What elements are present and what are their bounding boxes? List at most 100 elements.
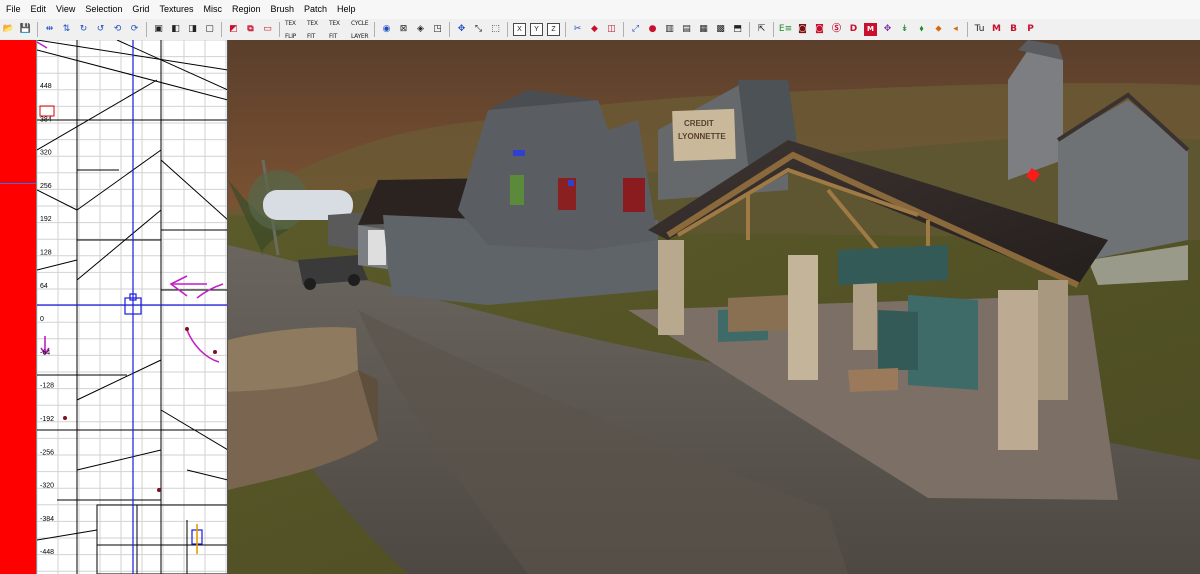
grid-coord-label: -320 bbox=[40, 483, 54, 490]
bend-icon[interactable]: ⤢ bbox=[629, 23, 642, 36]
toolbar: 📂 💾 ⇹ ⇅ ↻ ↺ ⟲ ⟳ ▣ ◧ ◨ ▢ ◩ ⧉ ▭ TEX FLIP TEX FIT TEX FIT CYC… bbox=[0, 19, 1200, 41]
flip-x-icon[interactable]: ⇹ bbox=[43, 23, 56, 36]
grid-coord-label: -64 bbox=[40, 349, 50, 356]
window-1 bbox=[510, 175, 524, 205]
show-lights-icon[interactable]: ✥ bbox=[881, 23, 894, 36]
show-terrain-icon[interactable]: Tu bbox=[973, 23, 986, 36]
scale-icon[interactable]: ⤡ bbox=[472, 23, 485, 36]
grid-view-2d[interactable]: 448 384 320 256 192 128 64 0 -64 -128 -192 -256 -320… bbox=[36, 40, 228, 574]
show-brushes-icon[interactable]: B bbox=[1007, 23, 1020, 36]
show-mesh-icon[interactable]: M bbox=[990, 23, 1003, 36]
menu-help[interactable]: Help bbox=[332, 0, 361, 19]
stone-pillar-4 bbox=[998, 290, 1038, 450]
menu-grid[interactable]: Grid bbox=[127, 0, 154, 19]
texture-lock-icon[interactable]: ⊠ bbox=[397, 23, 410, 36]
select-complete-tall-icon[interactable]: ▣ bbox=[152, 23, 165, 36]
camera-scene[interactable]: CREDIT LYONNETTE bbox=[228, 40, 1200, 574]
stone-pillar-1 bbox=[658, 240, 684, 335]
show-entities-icon[interactable]: E≡ bbox=[779, 23, 792, 36]
wooden-crate bbox=[728, 295, 788, 332]
show-world-icon[interactable]: ◙ bbox=[796, 23, 809, 36]
select-touching-icon[interactable]: ◧ bbox=[169, 23, 182, 36]
menu-textures[interactable]: Textures bbox=[154, 0, 198, 19]
view-x-icon[interactable]: X bbox=[513, 23, 526, 36]
grid-view-canvas[interactable]: 448 384 320 256 192 128 64 0 -64 -128 -192 -256 -320… bbox=[37, 40, 228, 574]
console-icon[interactable]: ▦ bbox=[697, 23, 710, 36]
toolbar-separator bbox=[449, 22, 450, 37]
show-decal-icon[interactable]: D bbox=[847, 23, 860, 36]
grid-coord-label: 128 bbox=[40, 250, 52, 257]
grid-coord-label: 64 bbox=[40, 283, 48, 290]
grid-coord-label: 384 bbox=[40, 116, 52, 123]
save-disk-icon[interactable]: 💾 bbox=[19, 23, 32, 36]
menu-region[interactable]: Region bbox=[227, 0, 266, 19]
sign-line-2: LYONNETTE bbox=[678, 132, 726, 141]
rotate-icon[interactable]: ✥ bbox=[455, 23, 468, 36]
make-hollow-icon[interactable]: ▭ bbox=[261, 23, 274, 36]
show-models-icon[interactable]: ⬧ bbox=[915, 23, 928, 36]
show-names-icon[interactable]: ⬒ bbox=[731, 23, 744, 36]
grid-coord-label: 320 bbox=[40, 150, 52, 157]
select-partial-tall-icon[interactable]: ◨ bbox=[186, 23, 199, 36]
menu-bar: File Edit View Selection Grid Textures Misc Reg… bbox=[0, 0, 1200, 20]
texture-fit-icon[interactable]: TEX FIT bbox=[307, 20, 325, 40]
grid-coord-label: -448 bbox=[40, 549, 54, 556]
rotate-y-icon[interactable]: ↺ bbox=[94, 23, 107, 36]
grid-coord-label: 192 bbox=[40, 216, 52, 223]
grid-coord-label: 0 bbox=[40, 316, 44, 323]
rotate-x-icon[interactable]: ↻ bbox=[77, 23, 90, 36]
view-y-icon[interactable]: Y bbox=[530, 23, 543, 36]
cycle-layer-icon[interactable]: CYCLE LAYER bbox=[351, 20, 369, 40]
csg-subtract-icon[interactable]: ◩ bbox=[227, 23, 240, 36]
menu-brush[interactable]: Brush bbox=[265, 0, 299, 19]
drag-edges-icon[interactable]: ⬚ bbox=[489, 23, 502, 36]
show-hints-icon[interactable]: ◂ bbox=[949, 23, 962, 36]
show-mist-icon[interactable]: M bbox=[864, 23, 877, 36]
view-z-icon[interactable]: Z bbox=[547, 23, 560, 36]
texture-fit-height-icon[interactable]: TEX FIT bbox=[329, 20, 347, 40]
crate-stack-1 bbox=[908, 295, 978, 390]
show-clip-icon[interactable]: ◙ bbox=[813, 23, 826, 36]
camera-icon[interactable]: ◈ bbox=[414, 23, 427, 36]
select-inside-icon[interactable]: ▢ bbox=[203, 23, 216, 36]
stone-pillar-2 bbox=[788, 255, 818, 380]
open-folder-icon[interactable]: 📂 bbox=[2, 23, 15, 36]
entity-icon[interactable]: ⇱ bbox=[755, 23, 768, 36]
menu-edit[interactable]: Edit bbox=[26, 0, 52, 19]
toolbar-separator bbox=[773, 22, 774, 37]
toolbar-separator bbox=[221, 22, 222, 37]
entity-list-icon[interactable]: ▤ bbox=[680, 23, 693, 36]
toolbar-separator bbox=[146, 22, 147, 37]
cubic-clip-icon[interactable]: ◆ bbox=[588, 23, 601, 36]
grid-coord-label: -192 bbox=[40, 416, 54, 423]
texture-flip-icon[interactable]: TEX FLIP bbox=[285, 20, 303, 40]
show-patches-icon[interactable]: P bbox=[1024, 23, 1037, 36]
toolbar-separator bbox=[967, 22, 968, 37]
filter-icon[interactable]: ▥ bbox=[663, 23, 676, 36]
patch-icon[interactable]: ◫ bbox=[605, 23, 618, 36]
show-paths-icon[interactable]: ↡ bbox=[898, 23, 911, 36]
menu-view[interactable]: View bbox=[51, 0, 80, 19]
z-view-panel[interactable] bbox=[0, 40, 36, 574]
grid-coord-label: -384 bbox=[40, 516, 54, 523]
rotate-z-icon[interactable]: ⟲ bbox=[111, 23, 124, 36]
change-views-icon[interactable]: ◉ bbox=[380, 23, 393, 36]
camera-view-3d[interactable]: CREDIT LYONNETTE bbox=[228, 40, 1200, 574]
rotate-free-icon[interactable]: ⟳ bbox=[128, 23, 141, 36]
toolbar-separator bbox=[279, 22, 280, 37]
flip-y-icon[interactable]: ⇅ bbox=[60, 23, 73, 36]
menu-selection[interactable]: Selection bbox=[80, 0, 127, 19]
menu-misc[interactable]: Misc bbox=[198, 0, 227, 19]
toolbar-separator bbox=[565, 22, 566, 37]
clipper-icon[interactable]: ✂ bbox=[571, 23, 584, 36]
texture-browser-icon[interactable]: ▩ bbox=[714, 23, 727, 36]
show-detail-icon[interactable]: Ⓢ bbox=[830, 23, 843, 36]
csg-merge-icon[interactable]: ⧉ bbox=[244, 23, 257, 36]
paint-icon[interactable]: ● bbox=[646, 23, 659, 36]
menu-file[interactable]: File bbox=[0, 0, 26, 19]
menu-patch[interactable]: Patch bbox=[299, 0, 332, 19]
show-triggers-icon[interactable]: ⬥ bbox=[932, 23, 945, 36]
toolbar-separator bbox=[374, 22, 375, 37]
grid-coord-label: 256 bbox=[40, 183, 52, 190]
z-view-icon[interactable]: ◳ bbox=[431, 23, 444, 36]
